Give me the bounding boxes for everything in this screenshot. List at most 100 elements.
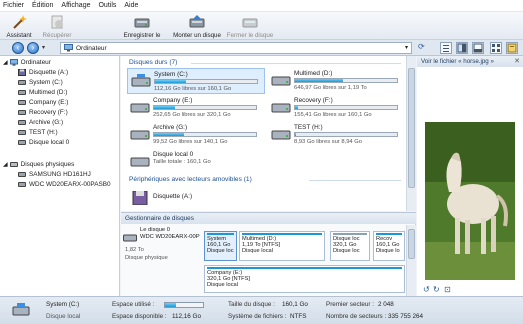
drive-tile[interactable]: System (C:) 112,16 Go libres sur 160,1 G… — [127, 68, 265, 94]
drive-name: Company (E:) — [153, 97, 193, 104]
status-used-label: Espace utilisé : — [112, 301, 155, 308]
drive-tile[interactable]: Company (E:) 252,65 Go libres sur 320,1 … — [127, 95, 265, 121]
drive-info: 112,16 Go libres sur 160,1 Go — [154, 86, 232, 92]
drive-name: Archive (G:) — [153, 124, 188, 131]
tree-label: Company (E:) — [29, 99, 69, 106]
collapse-arrow-icon[interactable]: ◢ — [3, 161, 8, 168]
drive-tile[interactable]: TEST (H:) 8,93 Go libres sur 8,94 Go — [268, 122, 406, 148]
grid-view-icon — [492, 44, 500, 52]
fullscreen-icon[interactable]: ⊡ — [444, 285, 451, 294]
partition-type: Disque loc — [207, 248, 234, 254]
drive-tile[interactable]: Disque local 0 Taille totale : 160,1 Go — [127, 149, 265, 171]
tree-item-test[interactable]: TEST (H:) — [18, 129, 58, 136]
menu-aide[interactable]: Aide — [124, 2, 138, 9]
status-used-bar — [164, 302, 204, 308]
tree-item-floppy[interactable]: Disquette (A:) — [18, 69, 68, 76]
back-button[interactable]: ‹ — [12, 42, 24, 54]
partition-type: Disque loc — [333, 248, 360, 254]
computer-icon — [9, 59, 18, 66]
drive-name: System (C:) — [154, 71, 188, 78]
hard-drive-icon — [18, 100, 26, 105]
partition-multimed[interactable]: Multimed (D:) 1,19 To [NTFS] Disque loca… — [239, 231, 325, 261]
scrollbar-thumb[interactable] — [408, 68, 415, 188]
recuperer-label: Récupérer — [42, 32, 72, 39]
preview-pane-icon — [457, 43, 467, 53]
tree-item-physical-disks[interactable]: ◢ Disques physiques — [3, 161, 74, 168]
history-dropdown-icon[interactable]: ▾ — [42, 44, 45, 51]
close-icon[interactable]: ✕ — [514, 57, 520, 65]
tree-item-company[interactable]: Company (E:) — [18, 99, 68, 106]
drive-tile[interactable]: Multimed (D:) 646,97 Go libres sur 1,19 … — [268, 68, 406, 94]
drive-usage-bar — [294, 78, 398, 83]
disk-manager-scrollbar[interactable] — [406, 225, 416, 297]
mount-disk-button[interactable]: Monter un disque — [172, 14, 222, 39]
view-list-button[interactable] — [440, 42, 452, 54]
tree-label: SAMSUNG HD161HJ — [29, 171, 91, 178]
tree-item-computer[interactable]: ◢ Ordinateur — [3, 59, 51, 66]
disk-0-type: Disque physique — [125, 255, 168, 261]
view-details-button[interactable] — [472, 42, 484, 54]
drive-info: 646,97 Go libres sur 1,19 To — [294, 85, 367, 91]
disk-0-model: WDC WD20EARX-00P — [140, 234, 200, 240]
status-fs-value: NTFS — [290, 313, 307, 320]
status-sector-count-value: 335 755 264 — [388, 313, 424, 320]
center-scrollbar[interactable] — [406, 56, 416, 211]
drive-info: 8,93 Go libres sur 8,94 Go — [294, 139, 362, 145]
partition-recovery[interactable]: Recov 160,1 Go Disque lo — [373, 231, 405, 261]
hard-drive-icon — [9, 162, 18, 167]
partition-bar — [207, 267, 402, 269]
drive-usage-fill — [295, 106, 299, 109]
scrollbar-thumb[interactable] — [408, 229, 415, 259]
tree-label: Disques physiques — [20, 161, 75, 168]
recuperer-button[interactable]: Récupérer — [40, 14, 74, 39]
status-first-sector-value: 2 048 — [378, 301, 394, 308]
tree-item-multimed[interactable]: Multimed (D:) — [18, 89, 67, 96]
rotate-right-icon[interactable]: ↻ — [433, 285, 440, 294]
section-hard-drives: Disques durs (7) — [129, 59, 178, 66]
tree-item-local-disk[interactable]: Disque local 0 — [18, 139, 69, 146]
menu-bar: Fichier Édition Affichage Outils Aide — [0, 0, 523, 12]
floppy-icon — [18, 69, 26, 76]
menu-edition[interactable]: Édition — [32, 2, 53, 9]
forward-button[interactable]: › — [27, 42, 39, 54]
drive-info: 252,65 Go libres sur 320,1 Go — [153, 112, 231, 118]
partition-system[interactable]: System 160,1 Go Disque loc — [204, 231, 237, 261]
address-dropdown-icon[interactable]: ▾ — [405, 44, 408, 51]
assistant-button[interactable]: Assistant — [4, 14, 34, 39]
menu-affichage[interactable]: Affichage — [61, 2, 90, 9]
partition-bar — [376, 233, 402, 235]
view-preview-button[interactable] — [456, 42, 468, 54]
tree-item-system[interactable]: System (C:) — [18, 79, 63, 86]
hard-drive-icon — [271, 130, 291, 140]
collapse-arrow-icon[interactable]: ◢ — [3, 59, 8, 66]
close-disk-label: Fermer le disque — [226, 32, 274, 39]
preview-title: Voir le fichier « horse.jpg » — [417, 56, 523, 67]
drive-tile[interactable]: Recovery (F:) 155,41 Go libres sur 160,1… — [268, 95, 406, 121]
partition-company[interactable]: Company (E:) 320,1 Go [NTFS] Disque loca… — [204, 265, 405, 293]
status-sector-count-label: Nombre de secteurs : — [326, 313, 387, 320]
drive-tile[interactable]: Disquette (A:) — [127, 186, 265, 208]
tree-item-samsung[interactable]: SAMSUNG HD161HJ — [18, 171, 91, 178]
tree-label: Disquette (A:) — [29, 69, 69, 76]
address-bar[interactable]: Ordinateur ▾ — [60, 42, 412, 54]
menu-outils[interactable]: Outils — [98, 2, 116, 9]
status-free-label: Espace disponible : — [112, 313, 167, 320]
drive-usage-bar — [294, 105, 398, 110]
partition-local[interactable]: Disque loc 320,1 Go Disque loc — [330, 231, 370, 261]
partition-type: Disque lo — [376, 248, 400, 254]
refresh-icon[interactable]: ⟳ — [418, 42, 425, 51]
tree-item-archive[interactable]: Archive (G:) — [18, 119, 63, 126]
forward-arrow-icon: › — [31, 43, 35, 52]
view-options-button[interactable] — [506, 42, 518, 54]
close-disk-button[interactable]: Fermer le disque — [224, 14, 276, 39]
rotate-left-icon[interactable]: ↺ — [423, 285, 430, 294]
tree-item-wdc[interactable]: WDC WD20EARX-00PASB0 — [18, 181, 111, 188]
status-size-label: Taille du disque : — [228, 301, 275, 308]
drive-tile[interactable]: Archive (G:) 99,52 Go libres sur 140,1 G… — [127, 122, 265, 148]
tree-label: WDC WD20EARX-00PASB0 — [29, 181, 111, 188]
status-first-sector-label: Premier secteur : — [326, 301, 374, 308]
menu-fichier[interactable]: Fichier — [3, 2, 24, 9]
hard-drive-icon — [18, 130, 26, 135]
tree-item-recovery[interactable]: Recovery (F:) — [18, 109, 68, 116]
view-grid-button[interactable] — [490, 42, 502, 54]
